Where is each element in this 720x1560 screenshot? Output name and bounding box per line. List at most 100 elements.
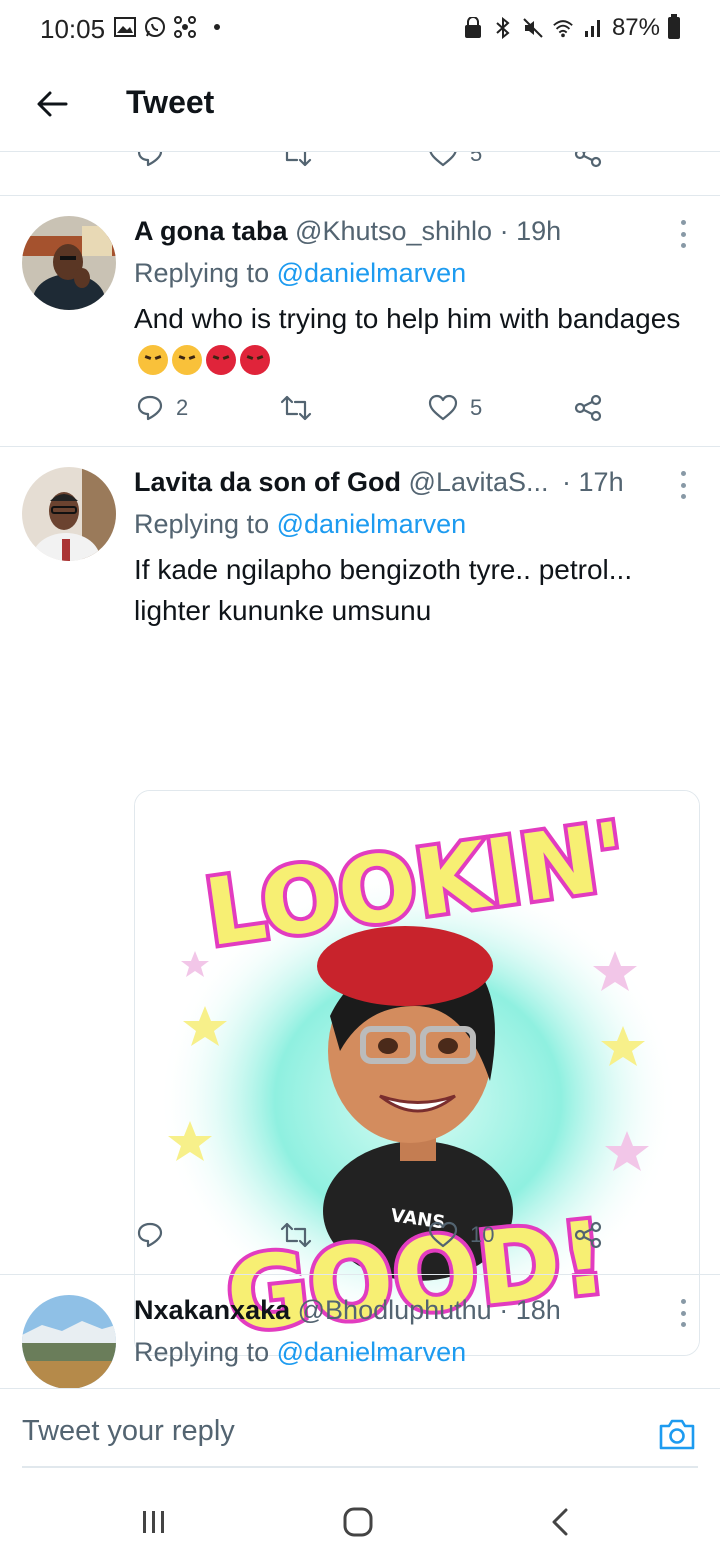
retweet-icon	[280, 395, 312, 421]
replying-to: Replying to @danielmarven	[134, 509, 466, 540]
like-button[interactable]: 5	[428, 152, 482, 168]
reply-button[interactable]	[136, 1221, 164, 1249]
chevron-left-icon	[552, 1508, 568, 1536]
username[interactable]: @LavitaS...	[409, 467, 549, 497]
camera-icon	[659, 1419, 695, 1450]
network-icon	[174, 16, 196, 38]
reply-input[interactable]: Tweet your reply	[22, 1415, 235, 1448]
recent-apps-icon	[143, 1511, 164, 1533]
replying-to-label: Replying to	[134, 509, 270, 539]
more-options-button[interactable]	[676, 1299, 690, 1327]
gallery-icon	[114, 16, 136, 38]
share-button[interactable]	[574, 1221, 602, 1249]
camera-button[interactable]	[658, 1415, 696, 1453]
battery-icon	[668, 14, 680, 39]
replying-to: Replying to @danielmarven	[134, 258, 466, 289]
back-button[interactable]	[30, 82, 74, 126]
mute-icon	[522, 17, 544, 39]
battery-percentage: 87%	[611, 14, 660, 41]
tweet-header: A gona taba @Khutso_shihlo · 19h	[134, 216, 561, 247]
replying-to-handle[interactable]: @danielmarven	[277, 258, 467, 288]
share-icon	[574, 152, 602, 168]
tweet-reply[interactable]: Lavita da son of God @LavitaS... · 17h R…	[0, 447, 720, 1356]
pouting-face-icon	[240, 345, 270, 375]
wifi-icon	[552, 17, 574, 39]
angry-face-icon	[172, 345, 202, 375]
tweet-actions: 2 5	[0, 394, 720, 434]
notification-dot	[214, 24, 220, 30]
display-name[interactable]: Lavita da son of God	[134, 467, 401, 497]
like-count: 10	[470, 1222, 495, 1247]
arrow-left-icon	[37, 91, 68, 117]
status-bar: 10:05 87%	[0, 0, 720, 60]
home-icon	[343, 1507, 373, 1537]
retweet-button[interactable]	[278, 152, 314, 168]
avatar[interactable]	[22, 467, 116, 561]
status-left-icons	[114, 16, 220, 38]
tweet-reply[interactable]: A gona taba @Khutso_shihlo · 19h Replyin…	[0, 196, 720, 446]
like-button[interactable]: 5	[428, 394, 482, 422]
top-app-bar: Tweet	[0, 60, 720, 152]
like-count: 5	[470, 152, 483, 166]
tweet-header: Nxakanxaka @Bhodluphuthu · 18h	[134, 1295, 561, 1326]
timestamp: · 19h	[499, 216, 562, 246]
input-underline	[22, 1466, 698, 1468]
reply-icon	[137, 152, 163, 167]
reply-button[interactable]: 2	[136, 394, 188, 422]
tweet-text: And who is trying to help him with banda…	[134, 298, 704, 380]
timestamp: · 18h	[499, 1295, 561, 1325]
avatar[interactable]	[22, 216, 116, 310]
tweet-text: If kade ngilapho bengizoth tyre.. petrol…	[134, 554, 633, 626]
back-nav-button[interactable]	[540, 1502, 580, 1542]
retweet-icon	[285, 152, 312, 167]
replying-to-handle[interactable]: @danielmarven	[277, 1337, 467, 1367]
reply-composer[interactable]: Tweet your reply	[0, 1388, 720, 1480]
signal-icon	[582, 17, 604, 39]
status-right-icons: 87%	[462, 14, 680, 42]
share-icon	[574, 1221, 602, 1249]
heart-icon	[428, 394, 458, 421]
more-options-button[interactable]	[676, 471, 690, 499]
reply-feed[interactable]: 5 A gona taba @Khutso_shihlo · 19h Reply…	[0, 152, 720, 1388]
system-navigation-bar	[0, 1480, 720, 1560]
replying-to-label: Replying to	[134, 258, 270, 288]
retweet-icon	[280, 1222, 312, 1248]
username[interactable]: @Bhodluphuthu	[298, 1295, 492, 1325]
share-button[interactable]	[574, 152, 602, 168]
whatsapp-icon	[144, 16, 166, 38]
more-options-button[interactable]	[676, 220, 690, 248]
pouting-face-icon	[206, 345, 236, 375]
display-name[interactable]: A gona taba	[134, 216, 288, 246]
retweet-button[interactable]	[278, 394, 314, 422]
bitmoji-sticker: LOOKIN' VANS GOOD!	[135, 791, 699, 1355]
avatar[interactable]	[22, 1295, 116, 1388]
home-button[interactable]	[338, 1502, 378, 1542]
heart-icon	[429, 152, 457, 167]
tweet-reply[interactable]: Nxakanxaka @Bhodluphuthu · 18h Replying …	[0, 1275, 720, 1388]
share-button[interactable]	[574, 394, 602, 422]
reply-icon	[137, 395, 163, 421]
recent-apps-button[interactable]	[134, 1502, 174, 1542]
tweet-media-image[interactable]: LOOKIN' VANS GOOD!	[134, 790, 700, 1356]
like-button[interactable]: 10	[428, 1221, 494, 1249]
like-count: 5	[470, 395, 483, 420]
replying-to: Replying to @danielmarven	[134, 1337, 466, 1368]
tweet-body: And who is trying to help him with banda…	[134, 303, 681, 334]
username[interactable]: @Khutso_shihlo	[295, 216, 492, 246]
replying-to-label: Replying to	[134, 1337, 270, 1367]
reply-button[interactable]	[136, 152, 164, 168]
status-time: 10:05	[40, 14, 106, 44]
retweet-button[interactable]	[278, 1221, 314, 1249]
heart-icon	[428, 1221, 458, 1248]
angry-face-icon	[138, 345, 168, 375]
tweet-header: Lavita da son of God @LavitaS... · 17h	[134, 467, 624, 498]
lock-icon	[462, 17, 484, 39]
bluetooth-icon	[492, 17, 514, 39]
timestamp: · 17h	[562, 467, 624, 497]
partial-tweet-actions: 5	[0, 152, 720, 180]
replying-to-handle[interactable]: @danielmarven	[277, 509, 467, 539]
share-icon	[574, 394, 602, 422]
reply-count: 2	[176, 395, 189, 420]
page-title: Tweet	[126, 84, 215, 120]
display-name[interactable]: Nxakanxaka	[134, 1295, 290, 1325]
